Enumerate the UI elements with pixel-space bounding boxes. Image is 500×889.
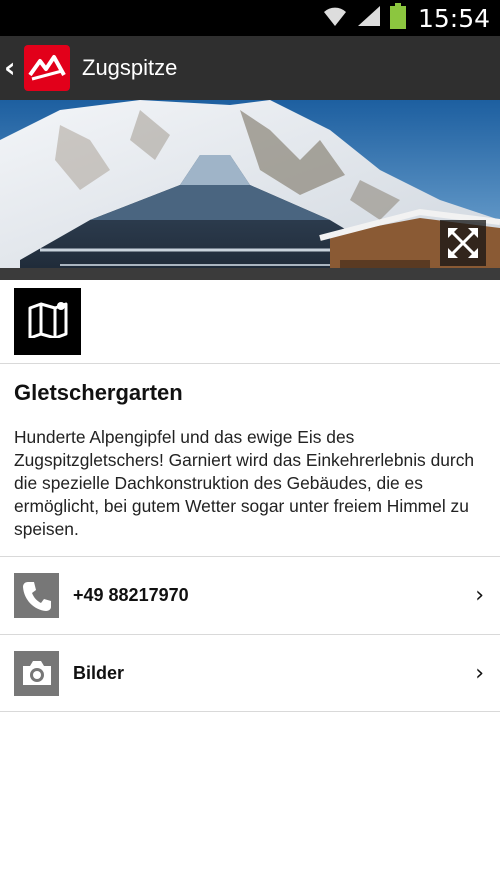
status-bar: 15:54 (0, 0, 500, 36)
app-logo[interactable] (24, 45, 70, 91)
images-label: Bilder (73, 662, 125, 683)
camera-icon (14, 650, 59, 696)
status-icons: 15:54 (322, 0, 490, 36)
action-bar: ‹ Zugspitze (0, 36, 500, 100)
phone-label: +49 88217970 (73, 585, 189, 605)
images-row[interactable]: Bilder › (0, 634, 500, 712)
expand-icon (445, 225, 481, 261)
map-icon (27, 300, 69, 343)
map-section (0, 280, 500, 364)
hero-image[interactable] (0, 100, 500, 280)
status-clock: 15:54 (417, 3, 490, 33)
entry-title: Gletschergarten (14, 380, 183, 405)
chevron-right-icon: › (475, 660, 484, 686)
signal-icon (356, 5, 382, 32)
expand-button[interactable] (440, 220, 486, 266)
wifi-icon (322, 5, 348, 32)
page-title: Zugspitze (82, 55, 178, 80)
battery-icon (389, 2, 406, 34)
back-icon[interactable]: ‹ (4, 54, 20, 82)
phone-icon (14, 573, 59, 618)
phone-row[interactable]: +49 88217970 › (0, 556, 500, 634)
entry-description: Hunderte Alpengipfel und das ewige Eis d… (14, 427, 475, 539)
chevron-right-icon: › (475, 583, 484, 608)
map-button[interactable] (14, 288, 81, 355)
